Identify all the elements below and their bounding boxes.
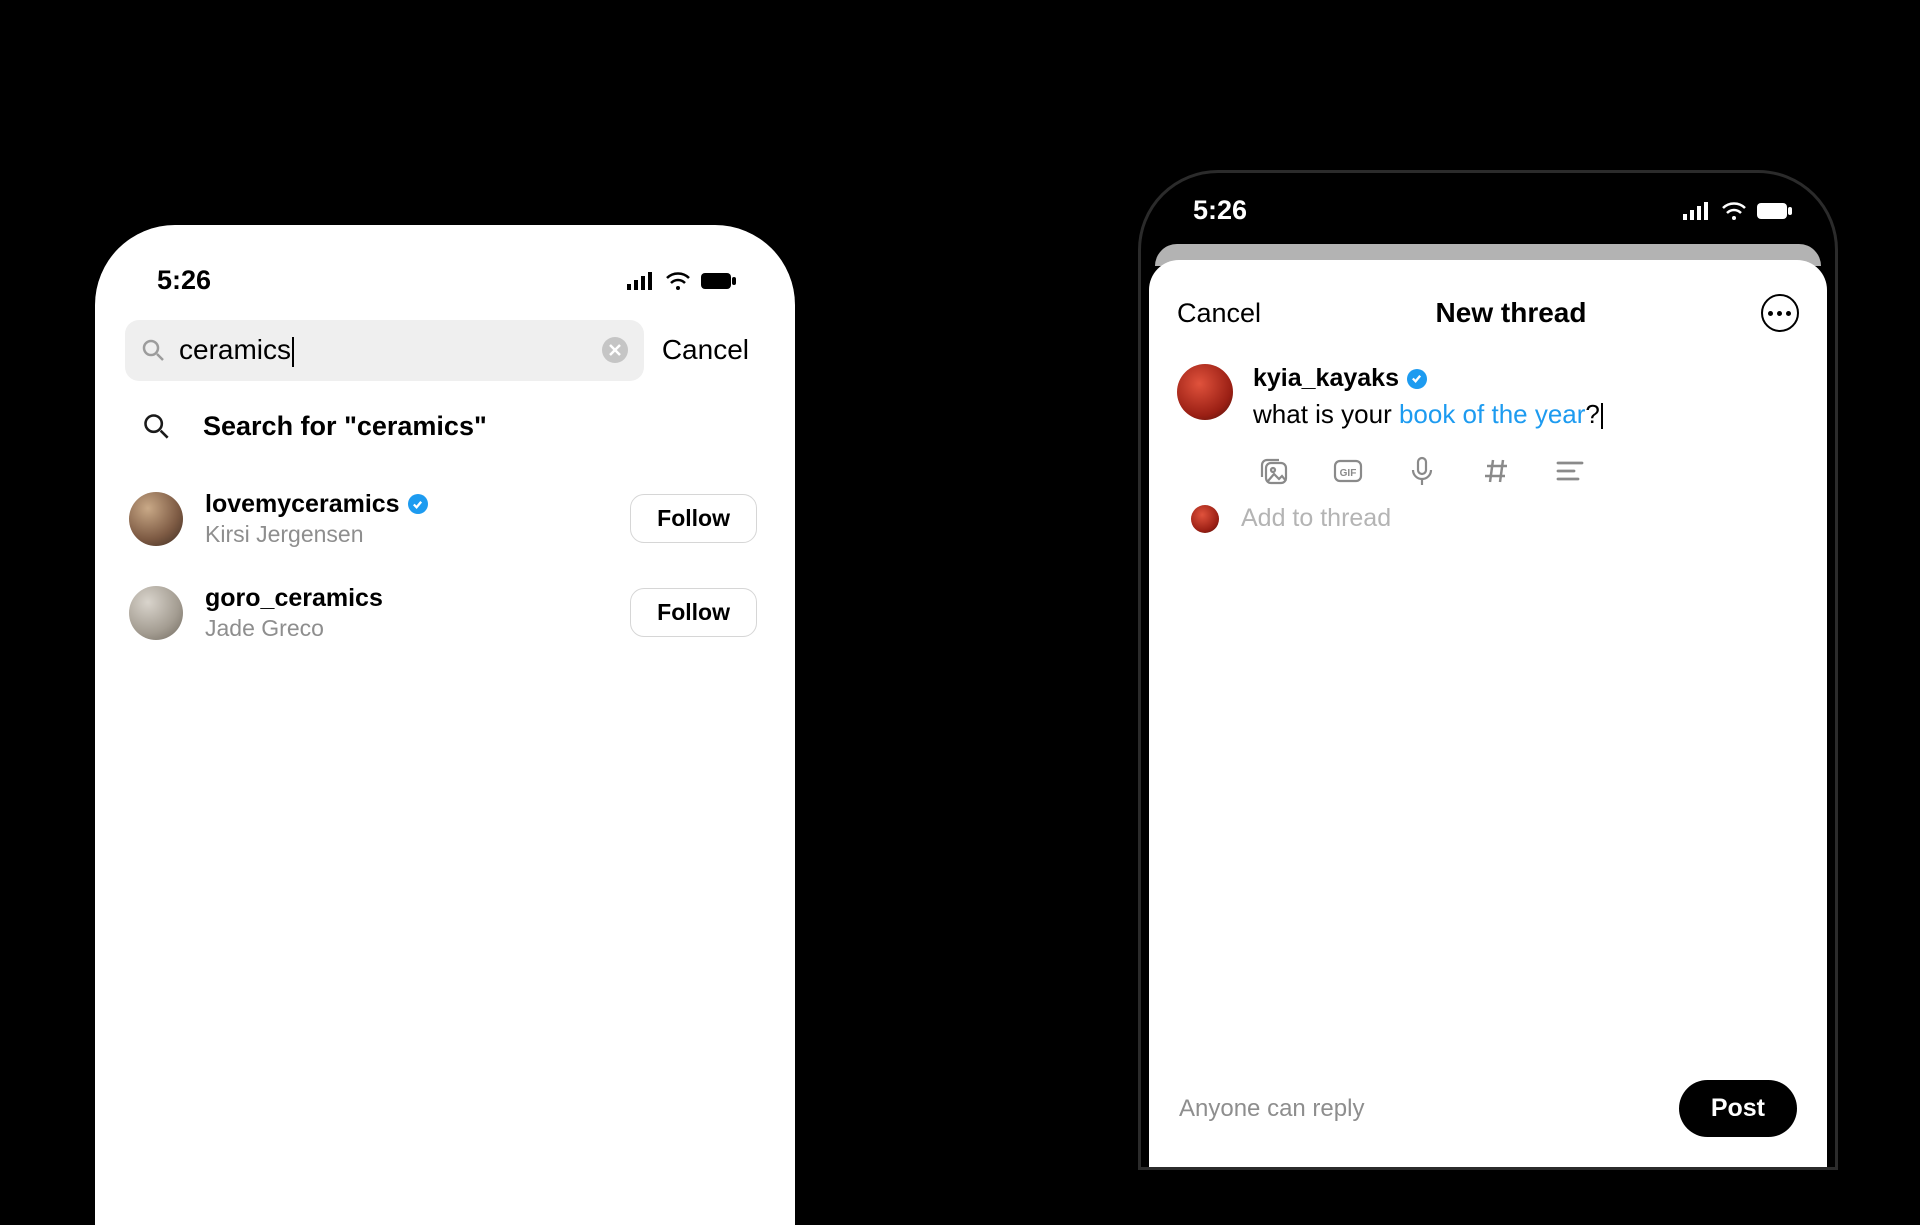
- reply-scope[interactable]: Anyone can reply: [1179, 1095, 1364, 1123]
- search-input[interactable]: ceramics: [179, 334, 588, 367]
- compose-row: kyia_kayaks what is your book of the yea…: [1149, 352, 1827, 488]
- search-icon: [141, 338, 165, 362]
- mic-icon[interactable]: [1405, 454, 1439, 488]
- result-text: goro_ceramics Jade Greco: [205, 584, 608, 642]
- gif-icon[interactable]: GIF: [1331, 454, 1365, 488]
- result-fullname: Jade Greco: [205, 615, 608, 642]
- add-to-thread-label: Add to thread: [1241, 504, 1391, 533]
- avatar[interactable]: [1177, 364, 1233, 420]
- compose-sheet: Cancel New thread kyia_kayaks what is yo…: [1149, 260, 1827, 1170]
- search-result[interactable]: goro_ceramics Jade Greco Follow: [125, 566, 765, 660]
- topic-tag[interactable]: book of the year: [1399, 399, 1585, 429]
- sheet-footer: Anyone can reply Post: [1149, 1080, 1827, 1137]
- status-bar: 5:26: [1141, 173, 1835, 244]
- search-cancel[interactable]: Cancel: [662, 334, 755, 366]
- poll-icon[interactable]: [1553, 454, 1587, 488]
- follow-button[interactable]: Follow: [630, 494, 757, 543]
- result-handle: goro_ceramics: [205, 584, 608, 613]
- result-handle: lovemyceramics: [205, 490, 608, 519]
- post-button[interactable]: Post: [1679, 1080, 1797, 1137]
- search-row: ceramics Cancel: [125, 320, 765, 381]
- compose-phone: 5:26 Cancel New thread kyia_kayaks: [1138, 170, 1838, 1170]
- search-for-row[interactable]: Search for "ceramics": [125, 381, 765, 472]
- verified-icon: [408, 494, 428, 514]
- clear-icon[interactable]: [602, 337, 628, 363]
- compose-body: kyia_kayaks what is your book of the yea…: [1253, 364, 1799, 488]
- avatar[interactable]: [129, 492, 183, 546]
- search-for-text: Search for "ceramics": [203, 411, 487, 442]
- search-icon: [137, 412, 175, 440]
- sheet-title: New thread: [1436, 297, 1587, 329]
- add-to-thread[interactable]: Add to thread: [1149, 488, 1827, 533]
- cellular-icon: [627, 272, 655, 290]
- status-icons: [1683, 201, 1793, 221]
- gallery-icon[interactable]: [1257, 454, 1291, 488]
- more-icon[interactable]: [1761, 294, 1799, 332]
- status-time: 5:26: [157, 265, 211, 296]
- avatar[interactable]: [129, 586, 183, 640]
- follow-button[interactable]: Follow: [630, 588, 757, 637]
- battery-icon: [1757, 202, 1793, 220]
- avatar: [1191, 505, 1219, 533]
- search-field[interactable]: ceramics: [125, 320, 644, 381]
- compose-input[interactable]: what is your book of the year?: [1253, 399, 1799, 430]
- result-fullname: Kirsi Jergensen: [205, 521, 608, 548]
- sheet-header: Cancel New thread: [1149, 266, 1827, 352]
- wifi-icon: [665, 271, 691, 291]
- wifi-icon: [1721, 201, 1747, 221]
- search-phone: 5:26 ceramics Cancel: [95, 225, 795, 1225]
- cancel-button[interactable]: Cancel: [1177, 298, 1261, 329]
- verified-icon: [1407, 369, 1427, 389]
- result-text: lovemyceramics Kirsi Jergensen: [205, 490, 608, 548]
- search-result[interactable]: lovemyceramics Kirsi Jergensen Follow: [125, 472, 765, 566]
- status-bar: 5:26: [125, 255, 765, 320]
- status-icons: [627, 271, 737, 291]
- attach-row: GIF: [1253, 430, 1799, 488]
- status-time: 5:26: [1193, 195, 1247, 226]
- svg-text:GIF: GIF: [1340, 468, 1357, 479]
- compose-handle: kyia_kayaks: [1253, 364, 1799, 393]
- cellular-icon: [1683, 202, 1711, 220]
- battery-icon: [701, 272, 737, 290]
- hashtag-icon[interactable]: [1479, 454, 1513, 488]
